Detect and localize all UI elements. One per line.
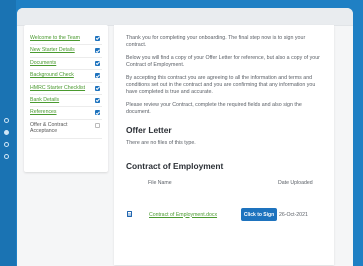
checkbox-checked-icon [95, 48, 100, 54]
checkbox-checked-icon [95, 85, 100, 91]
checkbox-checked-icon [95, 60, 100, 66]
table-header-file-name: File Name [148, 180, 172, 187]
indicator-dot[interactable] [4, 142, 9, 147]
onboarding-steps-sidebar: Welcome to the Team New Starter Details … [24, 25, 108, 172]
sidebar-item-label: Offer & Contract Acceptance [30, 121, 68, 135]
action-cell: Click to Sign [240, 202, 278, 222]
offer-letter-heading: Offer Letter [126, 124, 172, 135]
slide-indicator [4, 118, 12, 166]
document-icon [127, 210, 132, 217]
checkbox-checked-icon [95, 98, 100, 104]
sidebar-item-references[interactable]: References [30, 107, 102, 120]
left-edge-panel [0, 0, 16, 266]
checkbox-checked-icon [95, 110, 100, 116]
sidebar-item-label[interactable]: Welcome to the Team [30, 35, 88, 41]
main-content-panel: Thank you for completing your onboarding… [114, 25, 334, 265]
sidebar-item-welcome[interactable]: Welcome to the Team [30, 33, 102, 46]
sidebar-item-offer-contract[interactable]: Offer & Contract Acceptance [30, 120, 102, 139]
sidebar-item-label[interactable]: HMRC Starter Checklist [30, 85, 88, 91]
checkbox-checked-icon [95, 73, 100, 79]
file-icon-cell [126, 202, 148, 222]
click-to-sign-button[interactable]: Click to Sign [241, 208, 277, 222]
checkbox-empty-icon [95, 122, 100, 128]
table-header-action-col [240, 180, 278, 202]
sidebar-item-label[interactable]: Bank Details [30, 97, 88, 103]
below-text: Below you will find a copy of your Offer… [126, 54, 320, 69]
date-uploaded-cell: 26-Oct-2021 [279, 211, 308, 218]
offer-letter-empty-text: There are no files of this type. [126, 139, 196, 146]
table-header-row: File Name Date Uploaded [126, 180, 322, 202]
sidebar-item-label[interactable]: Background Check [30, 72, 88, 78]
intro-text: Thank you for completing your onboarding… [126, 35, 306, 49]
table-header-icon-col [126, 180, 148, 202]
indicator-dot-active[interactable] [4, 130, 9, 135]
table-row: Contract of Employment.docx Click to Sig… [126, 202, 322, 222]
contract-files-table: File Name Date Uploaded Contract of Empl… [126, 180, 322, 222]
contract-heading: Contract of Employment [126, 161, 224, 172]
steps-list: Welcome to the Team New Starter Details … [24, 25, 108, 139]
sidebar-item-label[interactable]: References [30, 109, 88, 115]
top-bar [17, 8, 353, 26]
indicator-dot[interactable] [4, 118, 9, 123]
checkbox-checked-icon [95, 36, 100, 41]
file-name-cell: Contract of Employment.docx [148, 202, 240, 222]
accepting-text: By accepting this contract you are agree… [126, 74, 316, 96]
sidebar-item-label[interactable]: New Starter Details [30, 47, 88, 53]
sidebar-item-new-starter-details[interactable]: New Starter Details [30, 45, 102, 58]
file-name-link[interactable]: Contract of Employment.docx [149, 212, 217, 218]
sidebar-item-hmrc-checklist[interactable]: HMRC Starter Checklist [30, 83, 102, 96]
sidebar-item-label[interactable]: Documents [30, 60, 88, 66]
sidebar-item-bank-details[interactable]: Bank Details [30, 95, 102, 108]
indicator-dot[interactable] [4, 154, 9, 159]
sidebar-item-background-check[interactable]: Background Check [30, 70, 102, 83]
table-header-date-uploaded: Date Uploaded [278, 180, 313, 187]
review-text: Please review your Contract, complete th… [126, 101, 302, 116]
sidebar-item-documents[interactable]: Documents [30, 58, 102, 71]
